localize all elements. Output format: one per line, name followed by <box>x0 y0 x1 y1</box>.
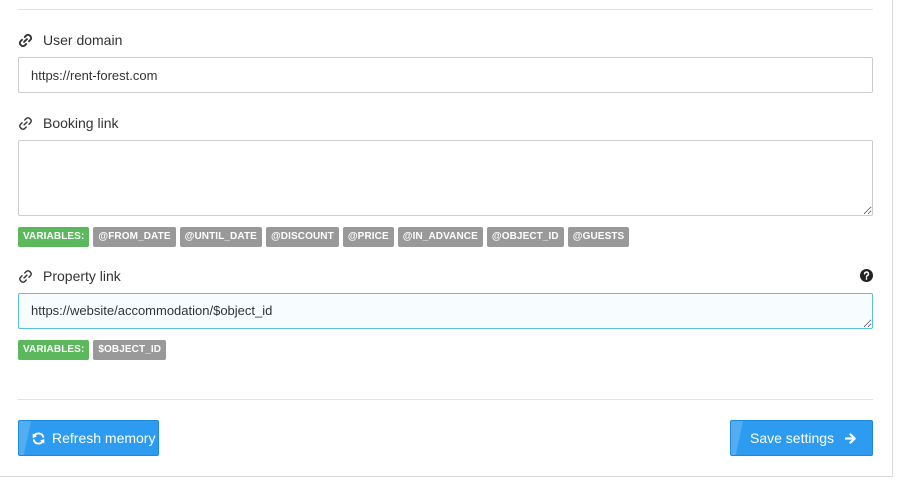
button-shade <box>731 421 743 455</box>
variable-tag[interactable]: @OBJECT_ID <box>486 227 564 247</box>
question-circle-icon[interactable] <box>860 269 873 282</box>
refresh-memory-label: Refresh memory <box>52 430 156 446</box>
link-icon <box>18 33 33 48</box>
variables-tag: VARIABLES: <box>18 227 90 247</box>
variable-tag[interactable]: @GUESTS <box>567 227 630 247</box>
variable-tag[interactable]: @DISCOUNT <box>265 227 339 247</box>
arrow-right-icon <box>845 433 856 444</box>
variable-tag[interactable]: @FROM_DATE <box>93 227 176 247</box>
property-link-label: Property link <box>43 268 121 284</box>
booking-link-variables: VARIABLES: @FROM_DATE @UNTIL_DATE @DISCO… <box>18 227 630 247</box>
refresh-memory-button[interactable]: Refresh memory <box>18 420 159 456</box>
variable-tag[interactable]: @PRICE <box>342 227 394 247</box>
booking-link-textarea[interactable] <box>18 140 873 216</box>
user-domain-input[interactable] <box>18 57 873 93</box>
link-icon <box>18 269 33 284</box>
save-settings-button[interactable]: Save settings <box>730 420 873 456</box>
settings-panel: User domain Booking link VARIABLES: @FRO… <box>0 0 893 477</box>
link-icon <box>18 116 33 131</box>
user-domain-label-row: User domain <box>18 31 122 49</box>
top-divider <box>18 9 873 10</box>
property-link-variables: VARIABLES: $OBJECT_ID <box>18 340 167 360</box>
variable-tag[interactable]: $OBJECT_ID <box>93 340 167 360</box>
property-link-label-row: Property link <box>18 267 121 285</box>
variables-tag: VARIABLES: <box>18 340 90 360</box>
booking-link-label-row: Booking link <box>18 114 119 132</box>
variable-tag[interactable]: @IN_ADVANCE <box>397 227 483 247</box>
button-shade <box>19 421 31 455</box>
user-domain-label: User domain <box>43 32 123 48</box>
booking-link-label: Booking link <box>43 115 119 131</box>
property-link-textarea[interactable]: https://website/accommodation/$object_id <box>18 293 873 329</box>
footer-divider <box>18 399 873 400</box>
save-settings-label: Save settings <box>750 430 835 446</box>
refresh-icon <box>31 431 46 446</box>
variable-tag[interactable]: @UNTIL_DATE <box>179 227 262 247</box>
